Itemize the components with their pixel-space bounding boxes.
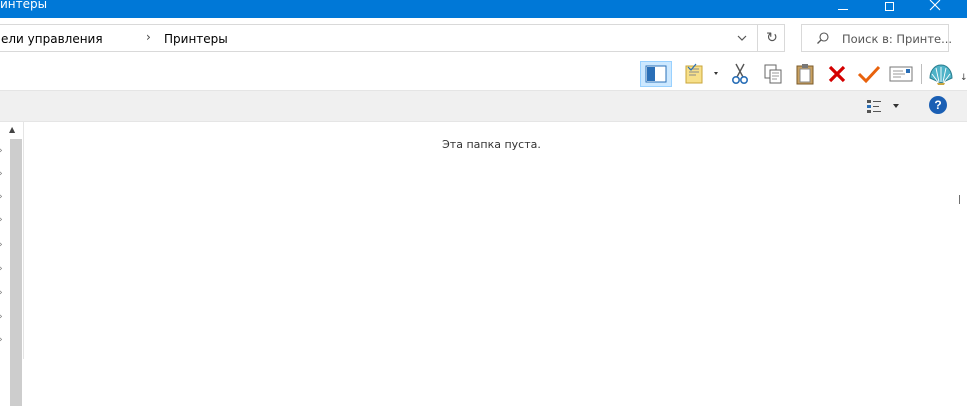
background-window-edge: ↓ |	[958, 0, 967, 359]
mail-button[interactable]	[887, 61, 915, 87]
copy-icon	[764, 64, 782, 84]
title-bar: интеры	[0, 0, 967, 18]
help-button[interactable]: ?	[929, 96, 947, 114]
expand-chevron-icon[interactable]: ›	[0, 169, 3, 179]
breadcrumb-control-panel[interactable]: ели управления	[1, 32, 103, 46]
paste-icon	[796, 64, 814, 85]
change-view-button[interactable]	[864, 95, 904, 117]
expand-chevron-icon[interactable]: ›	[0, 264, 3, 274]
shell-button[interactable]	[926, 61, 956, 87]
cut-button[interactable]	[728, 61, 752, 87]
address-row: ели управления › Принтеры ↻ Поиск в: При…	[0, 18, 967, 58]
properties-icon	[685, 63, 718, 84]
view-bar: ?	[0, 91, 967, 122]
shell-icon	[929, 64, 953, 85]
expand-chevron-icon[interactable]: ›	[0, 312, 3, 322]
navigation-pane: ▲ › › › › › › › › ›	[0, 122, 24, 406]
edge-mark-icon: |	[958, 195, 962, 205]
minimize-icon	[838, 8, 848, 10]
check-icon	[857, 65, 881, 84]
delete-icon	[828, 65, 846, 83]
empty-folder-message: Эта папка пуста.	[442, 138, 541, 151]
toolbar-separator	[921, 64, 922, 84]
breadcrumb-printers[interactable]: Принтеры	[164, 32, 228, 46]
expand-chevron-icon[interactable]: ›	[0, 335, 3, 345]
search-input[interactable]: Поиск в: Принте...	[842, 32, 952, 46]
details-view-icon	[867, 100, 899, 113]
edge-arrow-icon: ↓	[960, 73, 967, 83]
check-button[interactable]	[855, 61, 883, 87]
expand-chevron-icon[interactable]: ›	[0, 192, 3, 202]
breadcrumb-separator-icon[interactable]: ›	[146, 30, 151, 44]
preview-pane-icon	[645, 65, 667, 83]
expand-chevron-icon[interactable]: ›	[0, 215, 3, 225]
expand-chevron-icon[interactable]: ›	[0, 288, 3, 298]
paste-button[interactable]	[792, 61, 818, 87]
maximize-button[interactable]	[866, 0, 912, 18]
address-bar[interactable]: ели управления › Принтеры ↻	[0, 24, 785, 52]
close-icon	[929, 0, 941, 11]
scroll-up-arrow-icon[interactable]: ▲	[9, 125, 15, 134]
preview-pane-button[interactable]	[640, 61, 672, 87]
properties-button[interactable]	[682, 61, 722, 87]
command-toolbar	[0, 58, 967, 91]
cut-icon	[731, 63, 749, 85]
close-button[interactable]	[912, 0, 958, 18]
delete-button[interactable]	[825, 61, 849, 87]
address-history-dropdown-icon[interactable]	[733, 31, 751, 45]
minimize-button[interactable]	[820, 0, 866, 18]
search-icon	[817, 32, 829, 44]
mail-icon	[889, 66, 913, 82]
file-list-area[interactable]: Эта папка пуста.	[24, 122, 959, 359]
expand-chevron-icon[interactable]: ›	[0, 146, 3, 156]
expand-chevron-icon[interactable]: ›	[0, 240, 3, 250]
refresh-icon: ↻	[766, 30, 778, 46]
copy-button[interactable]	[761, 61, 785, 87]
window-title: интеры	[0, 0, 48, 11]
scrollbar-thumb[interactable]	[10, 139, 22, 406]
maximize-icon	[884, 1, 894, 11]
refresh-button[interactable]: ↻	[757, 25, 786, 51]
search-box[interactable]: Поиск в: Принте...	[801, 24, 952, 52]
